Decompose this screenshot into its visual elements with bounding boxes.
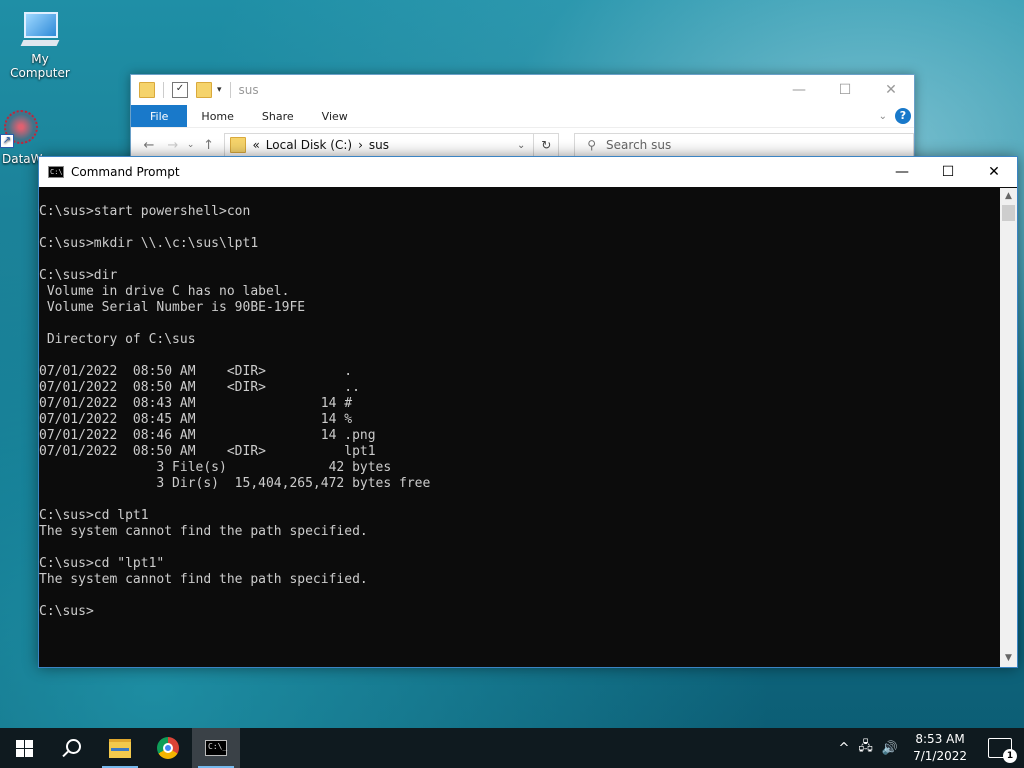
console-line: C:\sus>cd lpt1 <box>39 508 149 523</box>
desktop-icon-label: My Computer <box>10 52 70 80</box>
breadcrumb-overflow[interactable]: « <box>252 138 259 152</box>
console-line: 07/01/2022 08:50 AM <DIR> . <box>39 364 353 379</box>
tab-share[interactable]: Share <box>248 105 308 127</box>
scroll-up-icon[interactable]: ▲ <box>1000 188 1017 205</box>
back-arrow-icon[interactable]: ← <box>137 138 161 153</box>
windows-logo-icon <box>15 739 33 757</box>
console-line: 07/01/2022 08:43 AM 14 # <box>39 396 353 411</box>
folder-icon <box>139 82 155 98</box>
network-icon[interactable]: 🖧 <box>858 737 873 759</box>
taskbar-chrome[interactable] <box>144 728 192 768</box>
address-dropdown-icon[interactable]: ⌄ <box>517 140 533 151</box>
scrollbar-thumb[interactable] <box>1002 205 1015 221</box>
clock-time: 8:53 AM <box>915 732 965 746</box>
tab-home[interactable]: Home <box>187 105 247 127</box>
file-explorer-icon <box>109 738 131 758</box>
search-icon <box>65 738 81 754</box>
console-line: 3 File(s) 42 bytes <box>39 460 392 475</box>
forward-arrow-icon[interactable]: → <box>161 138 185 153</box>
console-line: Volume in drive C has no label. <box>39 284 290 299</box>
start-button[interactable] <box>0 728 48 768</box>
ribbon-tabs: File Home Share View ⌄ ? <box>131 105 914 127</box>
clock[interactable]: 8:53 AM 7/1/2022 <box>913 731 967 765</box>
close-button[interactable]: ✕ <box>868 82 914 98</box>
shortcut-arrow-icon: ↗ <box>0 134 14 148</box>
search-icon: ⚲ <box>587 138 597 152</box>
command-prompt-window[interactable]: C:\ Command Prompt — ☐ ✕ C:\sus>start po… <box>38 156 1018 668</box>
cmd-titlebar[interactable]: C:\ Command Prompt — ☐ ✕ <box>39 157 1017 187</box>
search-input[interactable]: ⚲ Search sus <box>574 133 914 157</box>
separator <box>229 82 231 98</box>
window-title: sus <box>238 83 259 97</box>
close-button[interactable]: ✕ <box>971 157 1017 187</box>
notification-count-badge: 1 <box>1003 749 1017 763</box>
desktop-icon-my-computer[interactable]: My Computer <box>0 10 80 80</box>
tab-file[interactable]: File <box>131 105 188 127</box>
refresh-icon[interactable]: ↻ <box>534 133 560 157</box>
taskbar-search-button[interactable] <box>48 728 96 768</box>
console-line: 07/01/2022 08:50 AM <DIR> lpt1 <box>39 444 376 459</box>
console-line: 07/01/2022 08:45 AM 14 % <box>39 412 353 427</box>
file-explorer-window[interactable]: ✓ ▾ sus — ☐ ✕ File Home Share View ⌄ ? ←… <box>130 74 915 168</box>
console-line: 07/01/2022 08:46 AM 14 .png <box>39 428 376 443</box>
minimize-button[interactable]: — <box>879 157 925 187</box>
console-line: C:\sus>mkdir \\.\c:\sus\lpt1 <box>39 236 259 251</box>
breadcrumb-separator: › <box>358 138 363 152</box>
console-line: C:\sus>dir <box>39 268 118 283</box>
search-placeholder: Search sus <box>606 138 672 152</box>
console-line: The system cannot find the path specifie… <box>39 572 368 587</box>
up-arrow-icon[interactable]: ↑ <box>197 138 221 153</box>
command-prompt-icon: C:\_ <box>205 740 227 756</box>
console-line: C:\sus>cd "lpt1" <box>39 556 165 571</box>
console-line: Volume Serial Number is 90BE-19FE <box>39 300 306 315</box>
breadcrumb-local-disk[interactable]: Local Disk (C:) <box>266 138 352 152</box>
help-icon[interactable]: ? <box>895 108 911 124</box>
console-line: 3 Dir(s) 15,404,265,472 bytes free <box>39 476 431 491</box>
computer-icon <box>20 10 60 50</box>
breadcrumb-sus[interactable]: sus <box>369 138 389 152</box>
system-tray: ^ 🖧 🔊 8:53 AM 7/1/2022 1 <box>839 731 1024 765</box>
volume-icon[interactable]: 🔊 <box>882 741 898 756</box>
folder-icon <box>230 137 247 153</box>
action-center-icon[interactable]: 1 <box>988 738 1017 763</box>
show-hidden-icons-chevron[interactable]: ^ <box>839 741 850 756</box>
console-line: C:\sus>start powershell>con <box>39 204 251 219</box>
taskbar: C:\_ ^ 🖧 🔊 8:53 AM 7/1/2022 1 <box>0 728 1024 768</box>
tab-view[interactable]: View <box>308 105 362 127</box>
console-line: The system cannot find the path specifie… <box>39 524 368 539</box>
cmd-icon: C:\ <box>48 166 64 178</box>
maximize-button[interactable]: ☐ <box>925 157 971 187</box>
minimize-button[interactable]: — <box>776 82 822 98</box>
address-bar[interactable]: « Local Disk (C:) › sus ⌄ <box>224 133 535 157</box>
clock-date: 7/1/2022 <box>913 749 967 763</box>
taskbar-file-explorer[interactable] <box>96 728 144 768</box>
recent-locations-icon[interactable]: ⌄ <box>185 140 197 150</box>
explorer-titlebar[interactable]: ✓ ▾ sus — ☐ ✕ <box>131 75 914 105</box>
separator <box>163 82 164 98</box>
console-line: Directory of C:\sus <box>39 332 196 347</box>
new-folder-icon[interactable] <box>196 82 212 98</box>
dataw-app-icon: ↗ <box>0 110 40 150</box>
vertical-scrollbar[interactable]: ▲ ▼ <box>1000 188 1017 667</box>
window-title: Command Prompt <box>71 165 180 179</box>
taskbar-command-prompt[interactable]: C:\_ <box>192 728 240 768</box>
maximize-button[interactable]: ☐ <box>822 82 868 98</box>
chrome-icon <box>157 737 179 759</box>
scroll-down-icon[interactable]: ▼ <box>1000 650 1017 667</box>
quick-access-dropdown-icon[interactable]: ▾ <box>217 85 222 95</box>
properties-icon[interactable]: ✓ <box>172 82 188 98</box>
console-output[interactable]: C:\sus>start powershell>con C:\sus>mkdir … <box>39 188 999 667</box>
expand-ribbon-icon[interactable]: ⌄ <box>879 111 887 122</box>
console-line: C:\sus> <box>39 604 94 619</box>
console-line: 07/01/2022 08:50 AM <DIR> .. <box>39 380 360 395</box>
